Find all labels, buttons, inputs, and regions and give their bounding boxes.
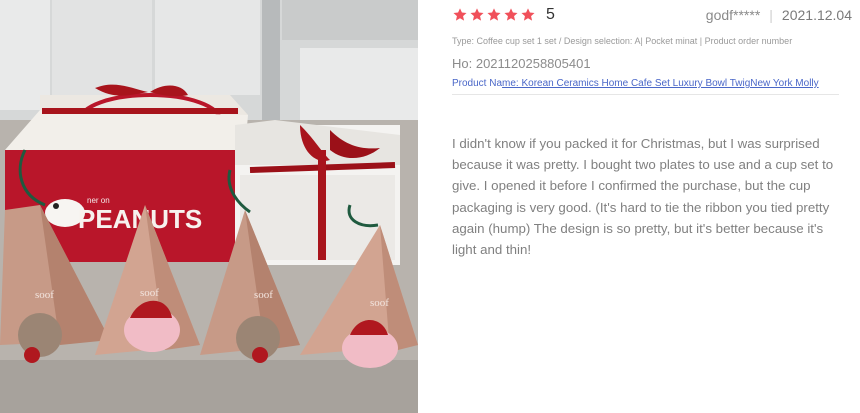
order-number: Ho: 2021120258805401 bbox=[452, 56, 591, 71]
review-author: godf***** bbox=[705, 7, 761, 23]
review-body: I didn't know if you packed it for Chris… bbox=[452, 136, 834, 258]
review-date: 2021.12.04 bbox=[781, 7, 852, 23]
product-name[interactable]: Product Name: Korean Ceramics Home Cafe … bbox=[452, 78, 819, 89]
tag-brand-2: soof bbox=[140, 287, 159, 299]
tag-brand-3: soof bbox=[254, 289, 273, 301]
star-icon bbox=[504, 8, 518, 21]
star-icon bbox=[521, 8, 535, 21]
review-photo[interactable]: ner on PEANUTS soof soof soof soof bbox=[0, 0, 418, 413]
product-name-prefix: Product Na bbox=[452, 78, 503, 89]
tag-brand-4: soof bbox=[370, 297, 389, 309]
product-name-link[interactable]: me: Korean Ceramics Home Cafe Set Luxury… bbox=[502, 78, 819, 89]
review-meta: godf***** | 2021.12.04 bbox=[706, 7, 852, 23]
star-icon bbox=[453, 8, 467, 21]
meta-divider: | bbox=[769, 7, 773, 23]
star-rating bbox=[452, 7, 537, 23]
star-icon bbox=[487, 8, 501, 21]
product-option-info: Type: Coffee cup set 1 set / Design sele… bbox=[452, 36, 793, 46]
tag-brand-1: soof bbox=[35, 289, 54, 301]
rating-score: 5 bbox=[546, 6, 555, 23]
review-header: 5 godf***** | 2021.12.04 bbox=[452, 4, 852, 26]
review-panel: 5 godf***** | 2021.12.04 Type: Coffee cu… bbox=[418, 0, 860, 413]
star-icon bbox=[470, 8, 484, 21]
divider bbox=[452, 94, 839, 95]
